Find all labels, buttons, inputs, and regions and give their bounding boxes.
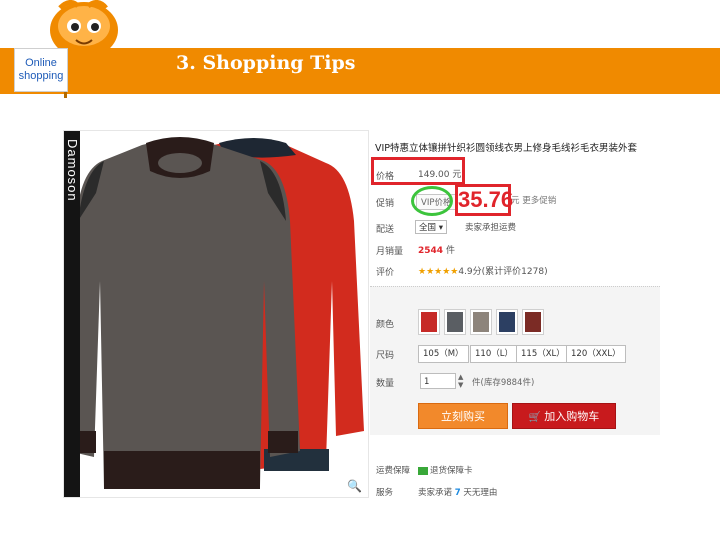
color-swatch[interactable] xyxy=(418,309,440,335)
rating-text: 4.9分(累计评价1278) xyxy=(458,267,548,277)
swatch-fill xyxy=(525,312,541,332)
size-option[interactable]: 120（XXL） xyxy=(566,345,626,363)
swatch-fill xyxy=(447,312,463,332)
sales-unit: 件 xyxy=(445,246,455,256)
swatch-fill xyxy=(499,312,515,332)
sales-count-row: 2544 件 xyxy=(418,243,455,256)
service2-days: 7 xyxy=(454,488,461,498)
shipping-region-select[interactable]: 全国 ▾ xyxy=(415,220,447,234)
brand-tag: Damoson xyxy=(64,131,80,497)
color-swatch[interactable] xyxy=(470,309,492,335)
add-to-cart-button[interactable]: 🛒 加入购物车 xyxy=(512,403,616,429)
service2-label: 服务 xyxy=(376,488,394,498)
color-swatch[interactable] xyxy=(444,309,466,335)
promo-label: 促销 xyxy=(376,199,395,209)
options-panel: 颜色 尺码 105（M） 110（L） 115（XL） 120（XXL） 数量 … xyxy=(370,286,660,435)
stock-note: 件(库存9884件) xyxy=(472,378,535,388)
service-text: 退货保障卡 xyxy=(430,466,473,476)
online-shopping-sign: Online shopping xyxy=(14,48,68,92)
product-info-panel: VIP特惠立体镶拼针织衫圆领线衣男上修身毛线衫毛衣男装外套 价格 149.00 … xyxy=(370,130,660,500)
rating-label: 评价 xyxy=(376,268,395,278)
size-option[interactable]: 110（L） xyxy=(470,345,518,363)
sweater-photo xyxy=(68,137,364,489)
shipping-note: 卖家承担运费 xyxy=(465,223,517,233)
size-option[interactable]: 115（XL） xyxy=(516,345,570,363)
vip-highlight-circle xyxy=(411,186,453,216)
service-label: 运费保障 xyxy=(376,466,411,476)
service2-row: 卖家承诺 7 天无理由 xyxy=(418,486,497,498)
buy-now-button[interactable]: 立刻购买 xyxy=(418,403,508,429)
service2-suffix: 天无理由 xyxy=(463,488,498,498)
color-swatch[interactable] xyxy=(496,309,518,335)
quantity-label: 数量 xyxy=(376,379,395,389)
swatch-fill xyxy=(473,312,489,332)
cart-icon: 🛒 xyxy=(528,412,542,423)
search-icon[interactable]: 🔍 xyxy=(347,479,362,493)
sales-label: 月销量 xyxy=(376,247,404,257)
slide-title: 3. Shopping Tips xyxy=(176,52,356,74)
service2-prefix: 卖家承诺 xyxy=(418,488,453,498)
product-title: VIP特惠立体镶拼针织衫圆领线衣男上修身毛线衫毛衣男装外套 xyxy=(375,143,638,154)
vip-price-highlight: 35.76 xyxy=(455,184,514,216)
shield-icon xyxy=(418,466,428,475)
color-swatch[interactable] xyxy=(522,309,544,335)
swatch-fill xyxy=(421,312,437,332)
vip-price: 35.76 xyxy=(458,187,514,212)
quantity-stepper[interactable]: ▲ ▼ xyxy=(458,373,463,389)
add-cart-label: 加入购物车 xyxy=(544,410,600,423)
sales-count: 2544 xyxy=(418,246,444,256)
color-label: 颜色 xyxy=(376,320,395,330)
sign-line-2: shopping xyxy=(18,70,64,82)
service-row: 退货保障卡 xyxy=(418,464,473,476)
brand-label: Damoson xyxy=(65,139,80,202)
more-promotions-link[interactable]: 元 更多促销 xyxy=(511,194,556,206)
shipping-label: 配送 xyxy=(376,225,395,235)
size-option[interactable]: 105（M） xyxy=(418,345,469,363)
size-label: 尺码 xyxy=(376,351,395,361)
star-icons: ★★★★★ xyxy=(418,267,459,277)
product-image[interactable]: Damoson 🔍 xyxy=(63,130,369,498)
rating-stars[interactable]: ★★★★★4.9分(累计评价1278) xyxy=(418,264,548,277)
quantity-input[interactable]: 1 xyxy=(420,373,456,389)
sign-line-1: Online xyxy=(25,57,57,69)
price-highlight-box xyxy=(371,157,465,185)
